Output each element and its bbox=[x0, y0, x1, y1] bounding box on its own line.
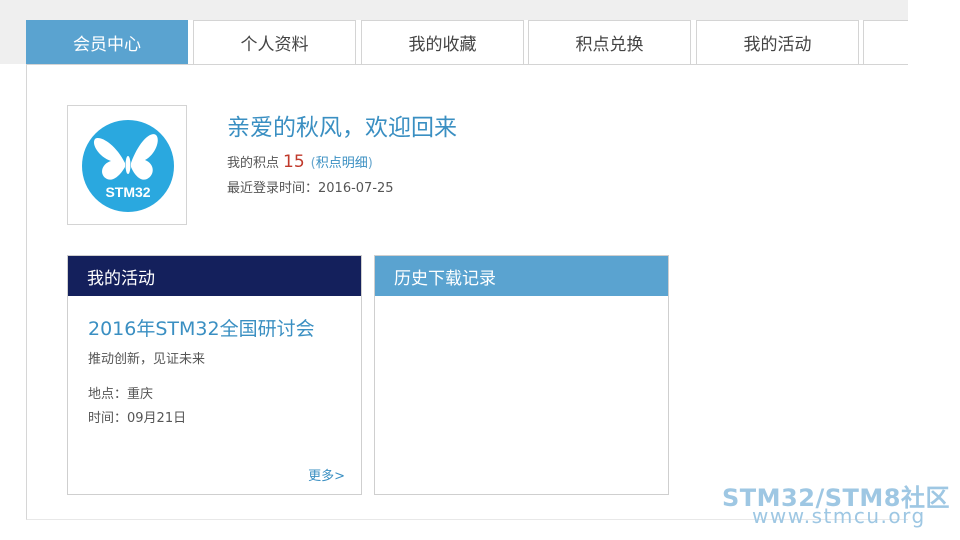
event-location: 地点：重庆 bbox=[88, 387, 154, 402]
avatar-text: STM32 bbox=[105, 184, 150, 200]
avatar: STM32 bbox=[67, 105, 187, 225]
tab-partial[interactable] bbox=[863, 20, 908, 65]
download-history-header: 历史下载记录 bbox=[375, 256, 668, 296]
more-link[interactable]: 更多> bbox=[308, 465, 345, 484]
my-activities-header: 我的活动 bbox=[68, 256, 361, 296]
points-label: 我的积点 bbox=[227, 156, 280, 171]
points-value: 15 bbox=[283, 152, 305, 172]
butterfly-logo-icon: STM32 bbox=[82, 120, 174, 212]
right-background bbox=[908, 0, 960, 540]
event-title-link[interactable]: 2016年STM32全国研讨会 bbox=[88, 314, 315, 341]
tab-underline bbox=[26, 64, 908, 65]
tab-profile[interactable]: 个人资料 bbox=[193, 20, 356, 65]
tab-member-center[interactable]: 会员中心 bbox=[26, 20, 188, 65]
download-history-box: 历史下载记录 bbox=[374, 255, 669, 495]
event-time: 时间：09月21日 bbox=[88, 411, 187, 426]
watermark-url: www.stmcu.org bbox=[752, 504, 926, 528]
points-link-close: ) bbox=[367, 156, 373, 171]
points-line: 我的积点 15 (积点明细) bbox=[227, 152, 373, 172]
tab-my-activities[interactable]: 我的活动 bbox=[696, 20, 859, 65]
points-detail-link[interactable]: 积点明细 bbox=[316, 156, 368, 171]
tab-points-exchange[interactable]: 积点兑换 bbox=[528, 20, 691, 65]
tab-bar: 会员中心 个人资料 我的收藏 积点兑换 我的活动 bbox=[26, 20, 908, 65]
tab-favorites[interactable]: 我的收藏 bbox=[361, 20, 524, 65]
event-subtitle: 推动创新，见证未来 bbox=[88, 352, 206, 367]
my-activities-box: 我的活动 2016年STM32全国研讨会 推动创新，见证未来 地点：重庆 时间：… bbox=[67, 255, 362, 495]
last-login: 最近登录时间：2016-07-25 bbox=[227, 181, 394, 196]
welcome-heading: 亲爱的秋风，欢迎回来 bbox=[227, 115, 457, 141]
